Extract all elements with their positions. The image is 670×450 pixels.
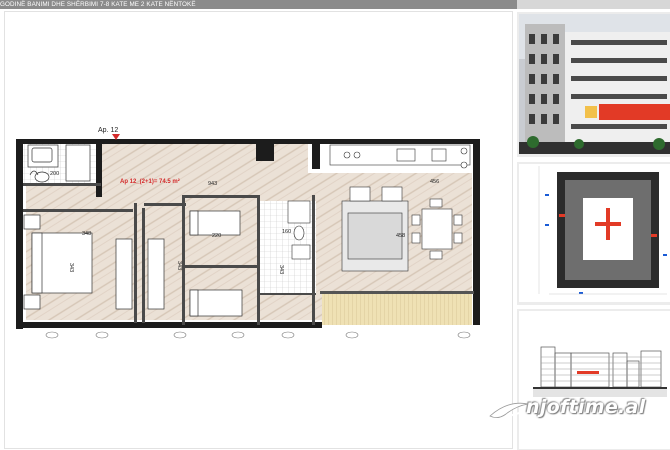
dim-bedroom2-height: 343 xyxy=(176,261,182,270)
dim-living-width: 458 xyxy=(396,233,405,239)
site-plan xyxy=(519,164,670,302)
dim-wc-height: 343 xyxy=(278,265,284,274)
balcony-deck xyxy=(322,293,472,325)
dim-living-top: 456 xyxy=(430,179,439,185)
facade-red-band xyxy=(599,104,670,120)
document-title: GODINË BANIMI DHE SHËRBIMI 7-8 KATE ME 2… xyxy=(0,1,196,8)
building-render xyxy=(519,14,670,154)
dim-bath: 200 xyxy=(50,171,59,177)
dim-bedroom1-height: 343 xyxy=(68,263,74,272)
dim-bedroom2-width: 220 xyxy=(212,233,221,239)
apartment-area-label: Ap 12_(2+1)= 74.5 m² xyxy=(120,178,180,185)
window-markers xyxy=(45,331,471,339)
header-tab xyxy=(517,0,670,9)
watermark-text: njoftime.al xyxy=(526,396,646,418)
balcony-rail xyxy=(320,291,474,294)
dim-bedroom1-width: 348 xyxy=(82,231,91,237)
dim-hall: 943 xyxy=(208,181,217,187)
dim-wc-width: 160 xyxy=(282,229,291,235)
apartment-tag: Ap. 12 xyxy=(98,127,118,134)
floor-plan: 200 348 343 220 343 160 343 456 458 943 … xyxy=(16,127,480,339)
kitchen xyxy=(329,144,471,169)
